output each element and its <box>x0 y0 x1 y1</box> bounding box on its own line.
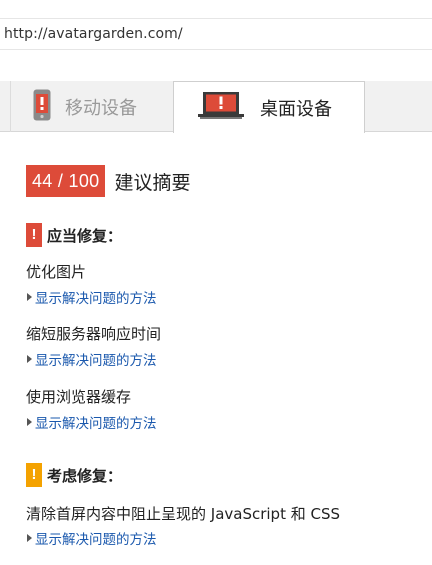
show-fix-link-server-response[interactable]: 显示解决问题的方法 <box>27 349 157 369</box>
triangle-right-icon <box>27 355 32 363</box>
show-fix-link-text[interactable]: 显示解决问题的方法 <box>35 349 157 369</box>
device-tabs: 移动设备 桌面设备 <box>0 81 432 133</box>
rule-title-optimize-images: 优化图片 <box>26 263 87 281</box>
show-fix-link-render-blocking[interactable]: 显示解决问题的方法 <box>27 528 157 548</box>
should-fix-header: ! 应当修复： <box>26 223 122 247</box>
mobile-phone-icon <box>33 89 51 125</box>
score-badge: 44 / 100 <box>26 165 106 197</box>
tab-desktop-label: 桌面设备 <box>260 98 332 120</box>
rule-title-server-response: 缩短服务器响应时间 <box>26 325 162 343</box>
exclamation-orange-icon: ! <box>26 463 42 487</box>
tab-desktop[interactable]: 桌面设备 <box>173 81 365 133</box>
should-fix-title: 应当修复： <box>47 226 123 245</box>
rule-title-browser-caching: 使用浏览器缓存 <box>26 388 132 406</box>
tab-mobile[interactable]: 移动设备 <box>10 81 172 132</box>
summary-title: 建议摘要 <box>114 171 191 194</box>
show-fix-link-optimize-images[interactable]: 显示解决问题的方法 <box>27 287 157 307</box>
show-fix-link-text[interactable]: 显示解决问题的方法 <box>35 528 157 548</box>
show-fix-link-text[interactable]: 显示解决问题的方法 <box>35 287 157 307</box>
consider-fixing-header: ! 考虑修复： <box>26 463 122 487</box>
laptop-icon <box>198 91 244 124</box>
exclamation-red-icon: ! <box>26 223 42 247</box>
rule-title-render-blocking: 清除首屏内容中阻止呈现的 JavaScript 和 CSS <box>26 505 341 523</box>
consider-fixing-title: 考虑修复： <box>47 466 123 485</box>
show-fix-link-text[interactable]: 显示解决问题的方法 <box>35 412 157 432</box>
tab-mobile-label: 移动设备 <box>65 97 137 119</box>
show-fix-link-browser-caching[interactable]: 显示解决问题的方法 <box>27 412 157 432</box>
suggestion-summary: 44 / 100 建议摘要 <box>26 165 190 197</box>
triangle-right-icon <box>27 293 32 301</box>
triangle-right-icon <box>27 418 32 426</box>
url-text[interactable]: http://avatargarden.com/ <box>4 26 183 42</box>
address-bar[interactable]: http://avatargarden.com/ <box>0 18 432 50</box>
triangle-right-icon <box>27 534 32 542</box>
